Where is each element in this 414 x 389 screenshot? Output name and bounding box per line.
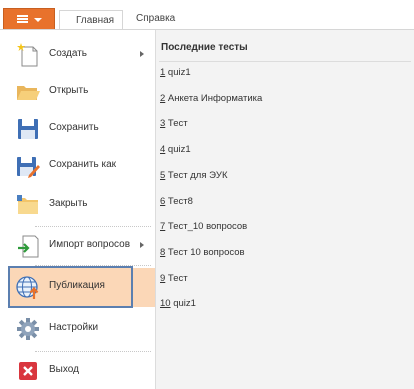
- close-folder-icon: [17, 195, 38, 214]
- exit-icon: [19, 362, 37, 380]
- recent-test-name: Тест: [165, 118, 188, 130]
- recent-test-item[interactable]: 1 quiz1: [160, 67, 191, 78]
- menu-lines-icon: [17, 15, 28, 24]
- tab-help[interactable]: Справка: [136, 13, 175, 24]
- menu-item-settings[interactable]: Настройки: [9, 312, 155, 346]
- ribbon-tab-strip: Главная Справка: [0, 0, 414, 30]
- import-icon: [18, 235, 39, 258]
- submenu-arrow-icon: [140, 242, 144, 248]
- recent-tests-title: Последние тесты: [161, 42, 248, 53]
- menu-item-create[interactable]: Создать: [9, 38, 155, 72]
- recent-test-item[interactable]: 4 quiz1: [160, 144, 191, 155]
- recent-test-item[interactable]: 9 Тест: [160, 273, 188, 284]
- tab-home[interactable]: Главная: [59, 10, 123, 30]
- recent-test-item[interactable]: 10 quiz1: [160, 298, 196, 309]
- open-folder-icon: [17, 86, 40, 100]
- recent-tests-divider: [159, 61, 411, 62]
- recent-test-item[interactable]: 5 Тест для ЭУК: [160, 170, 228, 181]
- menu-separator: [35, 226, 151, 227]
- recent-test-name: Тест для ЭУК: [165, 169, 228, 181]
- recent-test-item[interactable]: 7 Тест_10 вопросов: [160, 221, 247, 232]
- menu-item-exit-label: Выход: [49, 364, 79, 375]
- menu-item-import-questions[interactable]: Импорт вопросов: [9, 229, 155, 263]
- recent-test-number: 10: [160, 298, 171, 310]
- publish-highlight-frame: [8, 266, 133, 308]
- tab-home-label: Главная: [76, 15, 115, 26]
- menu-item-import-label: Импорт вопросов: [49, 239, 131, 250]
- menu-item-save[interactable]: Сохранить: [9, 112, 155, 146]
- recent-test-name: quiz1: [170, 298, 196, 310]
- file-menu-button[interactable]: [3, 8, 55, 30]
- floppy-disk-icon: [18, 119, 38, 139]
- menu-item-save-label: Сохранить: [49, 122, 99, 133]
- recent-test-name: quiz1: [165, 67, 191, 78]
- menu-item-save-as[interactable]: Сохранить как: [9, 149, 155, 183]
- recent-test-name: Тест8: [165, 195, 193, 207]
- recent-test-item[interactable]: 8 Тест 10 вопросов: [160, 247, 245, 258]
- new-document-icon: [17, 43, 38, 67]
- chevron-down-icon: [34, 18, 42, 22]
- menu-separator: [35, 351, 151, 352]
- menu-item-close[interactable]: Закрыть: [9, 188, 155, 222]
- recent-test-name: quiz1: [165, 144, 191, 156]
- recent-test-name: Тест: [165, 272, 188, 284]
- recent-test-item[interactable]: 2 Анкета Информатика: [160, 93, 262, 104]
- menu-item-open-label: Открыть: [49, 85, 89, 96]
- recent-tests-pane: Последние тесты 1 quiz1 2 Анкета Информат…: [156, 30, 414, 389]
- recent-test-name: Анкета Информатика: [165, 92, 263, 104]
- menu-item-open[interactable]: Открыть: [9, 75, 155, 109]
- backstage-menu: Создать Открыть Сохранить Сохранить как: [0, 30, 155, 389]
- menu-item-settings-label: Настройки: [49, 322, 99, 333]
- menu-item-exit[interactable]: Выход: [9, 354, 155, 388]
- recent-test-item[interactable]: 3 Тест: [160, 118, 188, 129]
- recent-test-item[interactable]: 6 Тест8: [160, 196, 193, 207]
- recent-test-name: Тест_10 вопросов: [165, 221, 248, 233]
- save-as-icon: [17, 157, 40, 178]
- menu-item-close-label: Закрыть: [49, 198, 88, 209]
- menu-item-create-label: Создать: [49, 48, 88, 59]
- submenu-arrow-icon: [140, 51, 144, 57]
- menu-item-save-as-label: Сохранить как: [49, 159, 117, 170]
- recent-test-name: Тест 10 вопросов: [165, 246, 245, 258]
- gear-icon: [17, 318, 39, 340]
